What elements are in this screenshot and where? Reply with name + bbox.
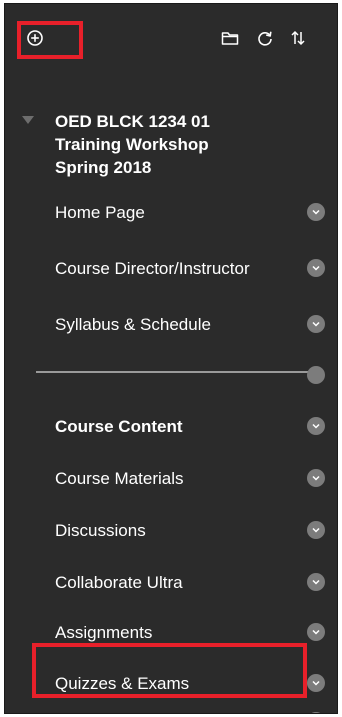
chevron-down-icon[interactable] [307, 623, 325, 641]
menu-item-label: Course Materials [55, 469, 184, 488]
menu-item-label: Course Director/Instructor [55, 259, 250, 278]
menu-item-assignments[interactable]: Assignments [5, 613, 337, 653]
menu-item-label: Quizzes & Exams [55, 674, 190, 693]
folder-view-button[interactable] [218, 26, 242, 50]
course-title-line: Spring 2018 [55, 158, 152, 177]
menu-item-label: Home Page [55, 203, 145, 222]
chevron-down-icon[interactable] [307, 203, 325, 221]
menu-item-syllabus[interactable]: Syllabus & Schedule [5, 305, 337, 345]
menu-item-label: Course Content [55, 417, 183, 436]
add-menu-item-button[interactable] [23, 26, 47, 50]
reorder-button[interactable] [286, 26, 310, 50]
menu-item-collaborate-ultra[interactable]: Collaborate Ultra [5, 563, 337, 603]
menu-item-quizzes-exams[interactable]: Quizzes & Exams [5, 664, 337, 704]
menu-item-course-content[interactable]: Course Content [5, 407, 337, 447]
refresh-button[interactable] [253, 26, 277, 50]
course-menu-panel: OED BLCK 1234 01 Training Workshop Sprin… [4, 3, 338, 714]
menu-item-label: Syllabus & Schedule [55, 315, 211, 334]
course-title-line: OED BLCK 1234 01 [55, 112, 210, 131]
menu-item-discussions[interactable]: Discussions [5, 511, 337, 551]
course-title-line: Training Workshop [55, 135, 209, 154]
menu-item-label: Discussions [55, 521, 146, 540]
divider-handle-icon[interactable] [307, 366, 325, 384]
chevron-down-icon[interactable] [307, 417, 325, 435]
menu-item-course-materials[interactable]: Course Materials [5, 459, 337, 499]
course-menu-toolbar [5, 4, 337, 72]
menu-item-label: Collaborate Ultra [55, 573, 183, 592]
refresh-icon [258, 31, 272, 46]
menu-handle-icon [307, 712, 325, 713]
sort-icon [291, 30, 305, 46]
chevron-down-icon[interactable] [307, 469, 325, 487]
chevron-down-icon[interactable] [307, 521, 325, 539]
menu-item-course-director[interactable]: Course Director/Instructor [5, 249, 337, 289]
folder-icon [221, 32, 239, 45]
course-title[interactable]: OED BLCK 1234 01 Training Workshop Sprin… [55, 110, 295, 179]
menu-item-label: Assignments [55, 623, 153, 642]
menu-divider [36, 371, 318, 373]
chevron-down-icon[interactable] [307, 259, 325, 277]
chevron-down-icon[interactable] [307, 315, 325, 333]
collapse-arrow-icon[interactable] [22, 116, 34, 124]
menu-item-home-page[interactable]: Home Page [5, 193, 337, 233]
chevron-down-icon[interactable] [307, 573, 325, 591]
chevron-down-icon[interactable] [307, 674, 325, 692]
plus-circle-icon [27, 30, 43, 46]
